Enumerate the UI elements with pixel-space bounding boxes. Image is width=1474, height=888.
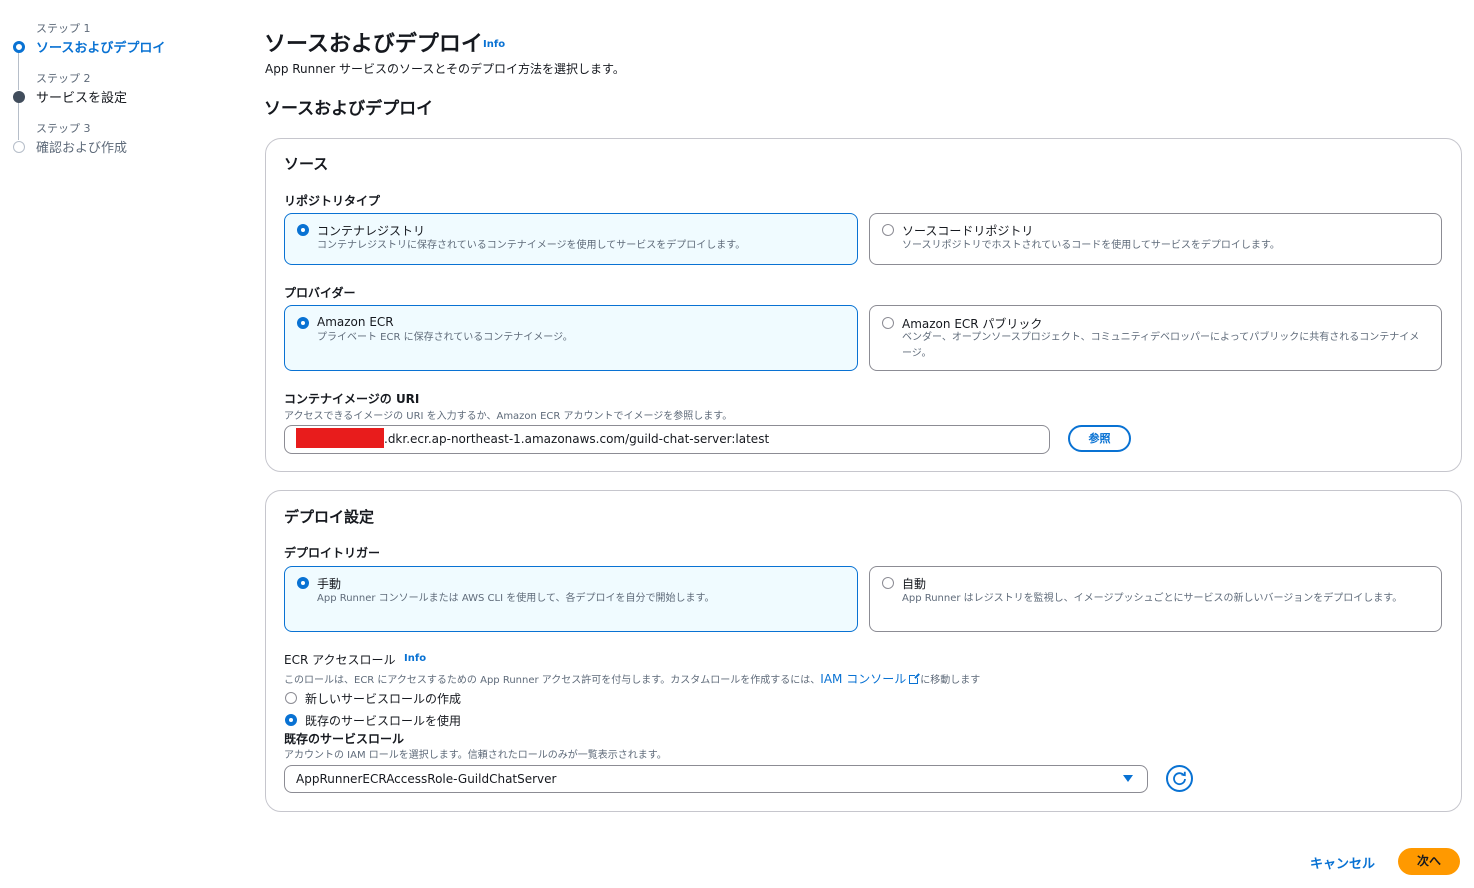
repo-type-label: リポジトリタイプ (284, 194, 381, 208)
refresh-button[interactable] (1166, 765, 1193, 792)
step-2-icon (13, 91, 25, 103)
provider-label: プロバイダー (284, 286, 356, 300)
existing-role-value: AppRunnerECRAccessRole-GuildChatServer (296, 772, 557, 786)
ecr-role-desc-text: に移動します (920, 675, 981, 686)
ecr-role-description: このロールは、ECR にアクセスするための App Runner アクセス許可を… (284, 670, 980, 687)
repo-type-container-registry[interactable]: コンテナレジストリ コンテナレジストリに保存されているコンテナイメージを使用して… (284, 213, 858, 265)
deploy-settings-panel (265, 490, 1462, 812)
image-uri-description: アクセスできるイメージの URI を入力するか、Amazon ECR アカウント… (284, 411, 733, 422)
tile-title: 自動 (902, 577, 927, 591)
tile-description: ソースリポジトリでホストされているコードを使用してサービスをデプロイします。 (902, 240, 1280, 251)
step-2-number: ステップ 2 (36, 72, 91, 85)
step-2-label: サービスを設定 (36, 91, 128, 106)
redacted-account-id (296, 428, 384, 448)
image-uri-value: .dkr.ecr.ap-northeast-1.amazonaws.com/gu… (384, 432, 770, 446)
radio-selected[interactable] (297, 317, 309, 329)
role-option-new-label[interactable]: 新しいサービスロールの作成 (305, 690, 461, 707)
existing-role-description: アカウントの IAM ロールを選択します。信頼されたロールのみが一覧表示されます… (284, 750, 667, 761)
radio-unselected[interactable] (882, 224, 894, 236)
ecr-role-desc-text: このロールは、ECR にアクセスするための App Runner アクセス許可を… (284, 675, 821, 686)
tile-description: App Runner コンソールまたは AWS CLI を使用して、各デプロイを… (317, 593, 715, 604)
role-option-existing-radio[interactable] (285, 714, 297, 726)
radio-unselected[interactable] (882, 317, 894, 329)
step-connector (18, 52, 19, 90)
refresh-icon (1173, 771, 1186, 786)
step-1-link[interactable]: ソースおよびデプロイ (36, 37, 165, 56)
role-option-existing-label[interactable]: 既存のサービスロールを使用 (305, 712, 461, 729)
trigger-manual[interactable]: 手動 App Runner コンソールまたは AWS CLI を使用して、各デプ… (284, 566, 858, 632)
info-link[interactable]: Info (483, 39, 505, 50)
provider-amazon-ecr-public[interactable]: Amazon ECR パブリック ベンダー、オープンソースプロジェクト、コミュニ… (869, 305, 1442, 371)
tile-description: プライベート ECR に保存されているコンテナイメージ。 (317, 332, 573, 343)
step-3-icon (13, 141, 25, 153)
step-3-number: ステップ 3 (36, 122, 91, 135)
repo-type-source-code[interactable]: ソースコードリポジトリ ソースリポジトリでホストされているコードを使用してサービ… (869, 213, 1442, 265)
tile-title: Amazon ECR (317, 315, 394, 329)
cancel-button[interactable]: キャンセル (1310, 853, 1375, 872)
image-uri-input[interactable]: .dkr.ecr.ap-northeast-1.amazonaws.com/gu… (284, 425, 1050, 454)
deploy-settings-header: デプロイ設定 (284, 508, 375, 526)
external-link-icon[interactable] (909, 673, 921, 684)
step-1-number: ステップ 1 (36, 22, 91, 35)
browse-button[interactable]: 参照 (1068, 425, 1131, 452)
role-option-new-radio[interactable] (285, 692, 297, 704)
step-3-label: 確認および作成 (36, 141, 128, 156)
source-header: ソース (284, 155, 329, 173)
section-title: ソースおよびデプロイ (264, 99, 434, 119)
step-1-active-icon (13, 41, 25, 53)
radio-selected[interactable] (297, 577, 309, 589)
deploy-trigger-label: デプロイトリガー (284, 546, 381, 560)
iam-console-link[interactable]: IAM コンソール (820, 672, 906, 686)
page-description: App Runner サービスのソースとそのデプロイ方法を選択します。 (265, 62, 625, 76)
image-uri-label: コンテナイメージの URI (284, 392, 420, 406)
caret-down-icon (1123, 775, 1133, 782)
radio-selected[interactable] (297, 224, 309, 236)
tile-title: コンテナレジストリ (317, 224, 426, 238)
ecr-access-role-label: ECR アクセスロール (284, 653, 396, 667)
trigger-automatic[interactable]: 自動 App Runner はレジストリを監視し、イメージプッシュごとにサービス… (869, 566, 1442, 632)
radio-unselected[interactable] (882, 577, 894, 589)
existing-role-label: 既存のサービスロール (284, 732, 405, 746)
step-connector (18, 102, 19, 140)
tile-title: 手動 (317, 577, 342, 591)
provider-amazon-ecr[interactable]: Amazon ECR プライベート ECR に保存されているコンテナイメージ。 (284, 305, 858, 371)
ecr-role-info-link[interactable]: Info (404, 653, 426, 664)
tile-description: コンテナレジストリに保存されているコンテナイメージを使用してサービスをデプロイし… (317, 240, 746, 251)
next-button[interactable]: 次へ (1398, 848, 1460, 875)
tile-description: App Runner はレジストリを監視し、イメージプッシュごとにサービスの新し… (902, 593, 1403, 604)
page-title: ソースおよびデプロイ (264, 32, 483, 57)
tile-description: ベンダー、オープンソースプロジェクト、コミュニティデベロッパーによってパブリック… (902, 332, 1420, 359)
tile-title: ソースコードリポジトリ (902, 224, 1034, 238)
existing-role-select[interactable]: AppRunnerECRAccessRole-GuildChatServer (284, 765, 1148, 793)
